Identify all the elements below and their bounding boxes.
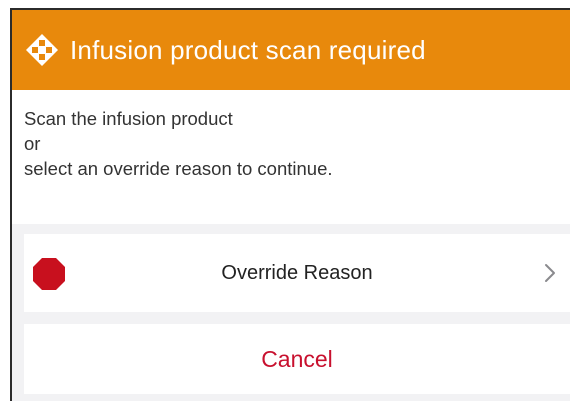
dialog-header: Infusion product scan required [12, 10, 570, 90]
dialog-message: Scan the infusion product or select an o… [24, 106, 333, 181]
diamond-scan-icon [24, 32, 60, 68]
dialog-title: Infusion product scan required [70, 34, 426, 65]
message-line-3: select an override reason to continue. [24, 158, 333, 179]
message-line-2: or [24, 133, 41, 154]
options-area: Override Reason Cancel [12, 224, 570, 401]
cancel-button[interactable]: Cancel [24, 324, 570, 394]
override-reason-label: Override Reason [221, 261, 373, 284]
override-reason-button[interactable]: Override Reason [24, 234, 570, 312]
message-line-1: Scan the infusion product [24, 108, 233, 129]
dialog-frame: Infusion product scan required Scan the … [10, 8, 570, 401]
chevron-right-icon [545, 264, 555, 282]
